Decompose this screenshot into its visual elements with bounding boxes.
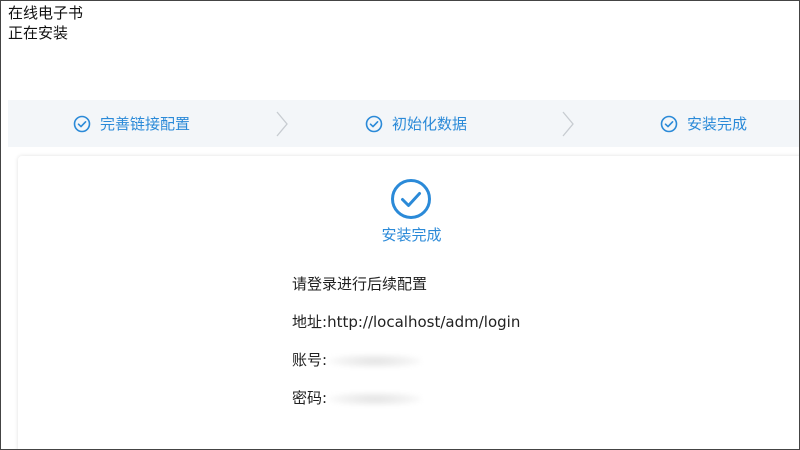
account-value-redacted xyxy=(329,353,422,368)
password-line: 密码: xyxy=(292,388,522,409)
chevron-right-icon xyxy=(562,111,574,137)
chevron-right-icon xyxy=(276,111,288,137)
login-instruction: 请登录进行后续配置 xyxy=(292,275,428,293)
password-value-redacted xyxy=(329,391,422,406)
step-init-data: 初始化数据 xyxy=(365,100,467,147)
circle-check-icon xyxy=(73,115,91,132)
step-label: 安装完成 xyxy=(687,115,748,133)
step-label: 完善链接配置 xyxy=(100,115,191,133)
install-steps-bar: 完善链接配置 初始化数据 安装完成 xyxy=(8,100,799,147)
account-line: 账号: xyxy=(292,350,522,371)
login-info: 请登录进行后续配置 地址:http://localhost/adm/login … xyxy=(292,274,522,426)
account-label: 账号: xyxy=(292,351,328,369)
address-line: 地址:http://localhost/adm/login xyxy=(292,312,522,333)
install-status: 正在安装 xyxy=(8,24,69,42)
success-check-icon xyxy=(391,179,431,219)
password-label: 密码: xyxy=(292,389,328,407)
circle-check-icon xyxy=(660,115,678,132)
app-title: 在线电子书 xyxy=(8,4,84,22)
step-install-complete: 安装完成 xyxy=(660,100,747,147)
address-label: 地址: xyxy=(292,313,328,331)
step-label: 初始化数据 xyxy=(392,115,468,133)
page-header: 在线电子书 正在安装 xyxy=(8,3,83,43)
circle-check-icon xyxy=(365,115,383,132)
address-value: http://localhost/adm/login xyxy=(327,313,521,331)
result-card: 安装完成 请登录进行后续配置 地址:http://localhost/adm/l… xyxy=(18,156,799,449)
result-title: 安装完成 xyxy=(381,226,442,244)
window-frame: 在线电子书 正在安装 完善链接配置 初始化数据 安装完成 安装完成 请登录进行后… xyxy=(0,0,800,450)
step-link-config: 完善链接配置 xyxy=(73,100,190,147)
